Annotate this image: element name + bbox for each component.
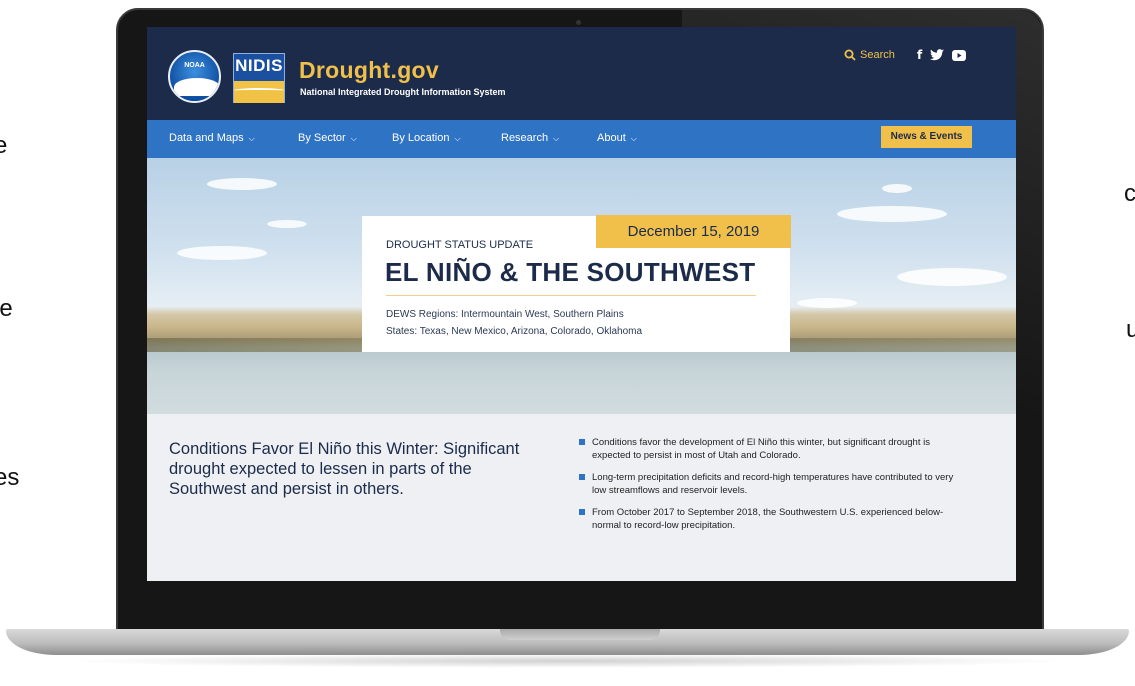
browser-viewport: NOAA NIDIS Drought.gov National Integrat…: [147, 27, 1016, 581]
nav-item-research[interactable]: Research ⌵: [501, 132, 559, 144]
list-item: From October 2017 to September 2018, the…: [579, 506, 959, 532]
chevron-down-icon: ⌵: [630, 134, 637, 143]
hero-cloud: [882, 184, 912, 193]
search-label: Search: [860, 49, 895, 61]
site-subtitle: National Integrated Drought Information …: [300, 87, 506, 97]
nidis-logo[interactable]: NIDIS: [233, 53, 285, 103]
noaa-logo[interactable]: NOAA: [168, 50, 221, 103]
webcam: [576, 20, 581, 25]
bullet-square-icon: [579, 474, 585, 480]
search-link[interactable]: Search: [844, 49, 895, 61]
update-date-badge: December 15, 2019: [596, 215, 791, 248]
news-events-button[interactable]: News & Events: [881, 126, 972, 148]
summary-section: Conditions Favor El Niño this Winter: Si…: [147, 414, 1016, 581]
slide-edge-text: u: [1126, 316, 1135, 343]
title-divider: [386, 295, 756, 296]
slide-edge-text: c: [1124, 180, 1135, 207]
chevron-down-icon: ⌵: [454, 134, 461, 143]
bullet-square-icon: [579, 509, 585, 515]
laptop-notch: [500, 629, 660, 640]
hero-cloud: [177, 246, 267, 260]
dews-regions: DEWS Regions: Intermountain West, Southe…: [386, 309, 624, 320]
states-list: States: Texas, New Mexico, Arizona, Colo…: [386, 326, 643, 337]
site-header: NOAA NIDIS Drought.gov National Integrat…: [147, 27, 1016, 120]
summary-lead: Conditions Favor El Niño this Winter: Si…: [169, 440, 520, 498]
hero-cloud: [837, 206, 947, 222]
chevron-down-icon: ⌵: [553, 134, 560, 143]
update-kicker: DROUGHT STATUS UPDATE: [386, 239, 534, 251]
chevron-down-icon: ⌵: [248, 134, 255, 143]
site-title[interactable]: Drought.gov: [299, 57, 439, 84]
nav-item-by-location[interactable]: By Location ⌵: [392, 132, 461, 144]
social-links: f: [917, 48, 967, 62]
noaa-bird-shape: [174, 78, 219, 96]
chevron-down-icon: ⌵: [350, 134, 357, 143]
twitter-icon[interactable]: [930, 49, 945, 61]
bullet-square-icon: [579, 439, 585, 445]
hero-cloud: [267, 220, 307, 228]
hero-cloud: [897, 268, 1007, 286]
hero-cloud: [797, 298, 857, 308]
nidis-logo-wave: [234, 88, 284, 93]
nav-item-data-and-maps[interactable]: Data and Maps ⌵: [169, 132, 255, 144]
list-item: Conditions favor the development of El N…: [579, 436, 959, 462]
hero-cloud: [207, 178, 277, 190]
list-item: Long-term precipitation deficits and rec…: [579, 471, 959, 497]
update-title: EL NIÑO & THE SOUTHWEST: [385, 257, 756, 287]
slide-edge-text: le: [0, 295, 13, 322]
slide-edge-text: e: [0, 132, 8, 159]
nav-item-by-sector[interactable]: By Sector ⌵: [298, 132, 357, 144]
summary-bullets: Conditions favor the development of El N…: [579, 436, 959, 541]
search-icon: [844, 49, 856, 61]
nav-item-about[interactable]: About ⌵: [597, 132, 637, 144]
youtube-icon[interactable]: [952, 49, 967, 61]
slide-edge-text: es: [0, 464, 20, 491]
laptop-shadow: [60, 654, 1075, 668]
facebook-icon[interactable]: f: [917, 48, 922, 62]
